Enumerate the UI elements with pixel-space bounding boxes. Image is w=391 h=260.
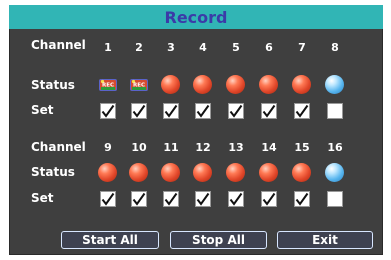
recording-icon: REC: [129, 77, 149, 93]
red-ball-icon: [193, 163, 212, 182]
blue-ball-icon: [325, 75, 344, 94]
red-ball-icon: [292, 75, 311, 94]
record-set-checkbox[interactable]: [195, 191, 211, 207]
channel-number: 7: [298, 41, 306, 54]
channel-number: 8: [331, 41, 339, 54]
record-set-checkbox[interactable]: [261, 103, 277, 119]
channel-number: 12: [195, 141, 211, 154]
stop-all-button[interactable]: Stop All: [170, 231, 267, 249]
record-set-checkbox[interactable]: [195, 103, 211, 119]
channel-number: 3: [167, 41, 175, 54]
exit-button[interactable]: Exit: [277, 231, 373, 249]
channel-number: 14: [261, 141, 277, 154]
record-set-checkbox[interactable]: [131, 191, 147, 207]
red-ball-icon: [193, 75, 212, 94]
record-set-checkbox[interactable]: [228, 103, 244, 119]
channel-label-1: Channel: [31, 38, 86, 52]
red-ball-icon: [259, 163, 278, 182]
channel-number: 16: [327, 141, 343, 154]
red-ball-icon: [129, 163, 148, 182]
title-bar: Record: [9, 5, 383, 29]
record-set-checkbox[interactable]: [327, 103, 343, 119]
set-label-1: Set: [31, 103, 54, 117]
record-dialog: Record Channel Status Set Channel Status…: [9, 5, 383, 255]
channel-number: 5: [232, 41, 240, 54]
record-set-checkbox[interactable]: [100, 103, 116, 119]
record-set-checkbox[interactable]: [163, 103, 179, 119]
red-ball-icon: [292, 163, 311, 182]
channel-number: 9: [104, 141, 112, 154]
channel-number: 15: [294, 141, 310, 154]
record-set-checkbox[interactable]: [228, 191, 244, 207]
record-set-checkbox[interactable]: [294, 103, 310, 119]
red-ball-icon: [98, 163, 117, 182]
channel-number: 11: [163, 141, 179, 154]
red-ball-icon: [259, 75, 278, 94]
red-ball-icon: [226, 75, 245, 94]
channel-number: 4: [199, 41, 207, 54]
record-set-checkbox[interactable]: [261, 191, 277, 207]
start-all-button[interactable]: Start All: [61, 231, 159, 249]
channel-number: 10: [131, 141, 147, 154]
channel-label-2: Channel: [31, 140, 86, 154]
record-set-checkbox[interactable]: [163, 191, 179, 207]
channel-number: 6: [265, 41, 273, 54]
blue-ball-icon: [325, 163, 344, 182]
status-label-1: Status: [31, 78, 75, 92]
svg-text:REC: REC: [102, 83, 114, 89]
svg-text:REC: REC: [133, 83, 145, 89]
recording-icon: REC: [98, 77, 118, 93]
record-set-checkbox[interactable]: [294, 191, 310, 207]
dialog-title: Record: [164, 7, 228, 27]
set-label-2: Set: [31, 191, 54, 205]
record-set-checkbox[interactable]: [100, 191, 116, 207]
record-set-checkbox[interactable]: [327, 191, 343, 207]
channel-number: 1: [104, 41, 112, 54]
status-label-2: Status: [31, 165, 75, 179]
red-ball-icon: [161, 163, 180, 182]
channel-number: 2: [135, 41, 143, 54]
red-ball-icon: [161, 75, 180, 94]
record-set-checkbox[interactable]: [131, 103, 147, 119]
red-ball-icon: [226, 163, 245, 182]
channel-number: 13: [228, 141, 244, 154]
